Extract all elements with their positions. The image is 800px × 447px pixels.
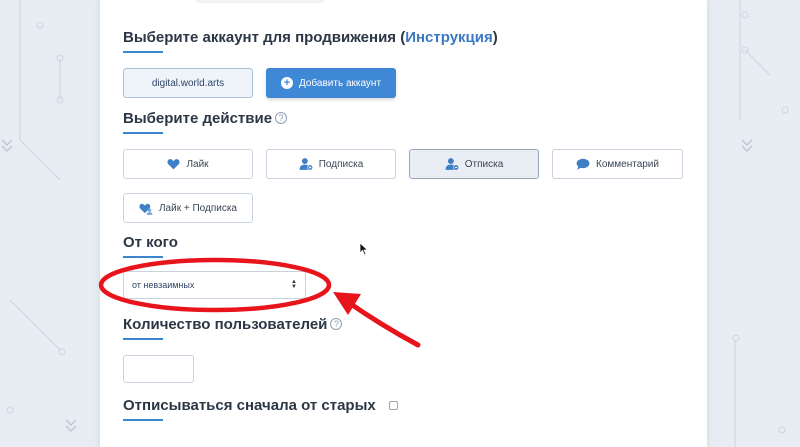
account-chip[interactable]: digital.world.arts	[123, 68, 253, 98]
from-select-value: от невзаимных	[132, 280, 195, 290]
user-count-input[interactable]	[123, 355, 194, 383]
plus-circle-icon: +	[280, 77, 293, 89]
action-follow-button[interactable]: Подписка	[266, 149, 396, 179]
account-name: digital.world.arts	[151, 77, 225, 89]
action-label: Подписка	[318, 158, 364, 170]
section-underline	[123, 419, 163, 421]
order-section-title: Отписываться сначала от старых	[123, 397, 376, 414]
unfollow-oldest-first-checkbox[interactable]	[389, 401, 398, 410]
action-section-title: Выберите действие?	[123, 110, 288, 127]
action-label: Лайк + Подписка	[158, 202, 237, 214]
action-like-follow-button[interactable]: Лайк + Подписка	[123, 193, 253, 223]
comment-icon	[576, 158, 590, 170]
action-label: Отписка	[464, 158, 504, 170]
section-underline	[123, 256, 163, 258]
instruction-link[interactable]: Инструкция	[405, 29, 493, 46]
count-section-title: Количество пользователей?	[123, 316, 343, 333]
select-arrows-icon: ▲ ▼	[291, 279, 297, 290]
section-underline	[123, 132, 163, 134]
action-unfollow-button[interactable]: Отписка	[409, 149, 539, 179]
action-like-button[interactable]: Лайк	[123, 149, 253, 179]
from-select[interactable]: от невзаимных ▲ ▼	[123, 271, 306, 299]
help-icon[interactable]: ?	[330, 318, 343, 330]
user-plus-icon	[299, 157, 313, 171]
section-underline	[123, 338, 163, 340]
panel-top-tab	[196, 0, 324, 3]
account-section-title: Выберите аккаунт для продвижения (Инстру…	[123, 29, 498, 46]
heart-icon	[167, 158, 180, 170]
heart-user-icon	[139, 202, 153, 215]
user-minus-icon	[445, 157, 459, 171]
action-label: Комментарий	[596, 158, 659, 170]
action-comment-button[interactable]: Комментарий	[552, 149, 683, 179]
help-icon[interactable]: ?	[275, 112, 288, 124]
section-underline	[123, 51, 163, 53]
add-account-label: Добавить аккаунт	[298, 77, 382, 89]
from-section-title: От кого	[123, 234, 178, 251]
add-account-button[interactable]: + Добавить аккаунт	[266, 68, 396, 98]
mouse-cursor-icon	[359, 242, 369, 256]
action-label: Лайк	[186, 158, 209, 170]
